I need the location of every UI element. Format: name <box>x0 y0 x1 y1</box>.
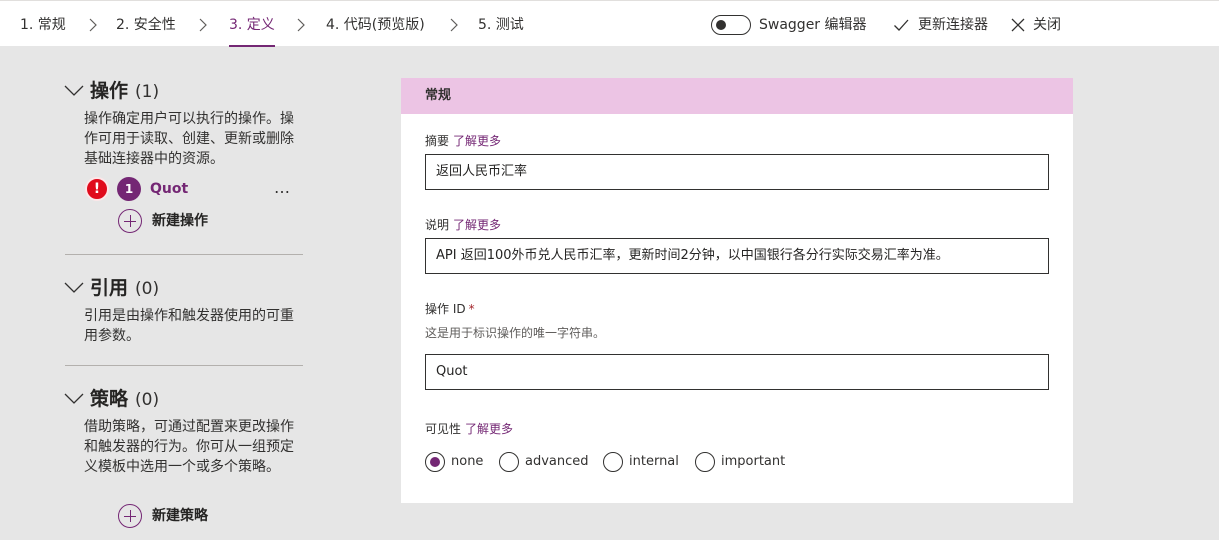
operation-id-label: 操作 ID * <box>425 301 475 317</box>
step-test[interactable]: 5. 测试 <box>478 15 524 35</box>
visibility-learn-more-link[interactable]: 了解更多 <box>465 422 513 436</box>
radio-label: advanced <box>525 454 589 469</box>
actions-count: (1) <box>135 82 160 102</box>
description-label: 说明 了解更多 <box>425 217 501 233</box>
step-general[interactable]: 1. 常规 <box>20 15 66 35</box>
visibility-option-internal[interactable]: internal <box>603 452 683 472</box>
visibility-option-none[interactable]: none <box>425 452 485 472</box>
radio-icon <box>603 452 623 472</box>
update-connector-button[interactable]: 更新连接器 <box>918 15 988 35</box>
summary-label-text: 摘要 <box>425 134 450 148</box>
section-divider <box>65 365 303 366</box>
references-description: 引用是由操作和触发器使用的可重用参数。 <box>84 308 294 344</box>
add-icon <box>118 504 142 528</box>
step-definition-label: 3. 定义 <box>229 17 275 33</box>
action-index-badge: 1 <box>117 177 141 201</box>
radio-icon <box>695 452 715 472</box>
step-definition[interactable]: 3. 定义 <box>229 15 275 47</box>
chevron-down-icon[interactable] <box>64 391 84 405</box>
references-count: (0) <box>135 279 160 299</box>
policies-section-title: 策略 <box>90 388 129 410</box>
step-code-preview[interactable]: 4. 代码(预览版) <box>326 15 425 35</box>
swagger-editor-toggle[interactable] <box>711 15 751 35</box>
step-security[interactable]: 2. 安全性 <box>116 15 176 35</box>
action-item-quot[interactable]: Quot <box>150 179 188 199</box>
new-policy-button[interactable]: 新建策略 <box>118 504 228 528</box>
close-icon[interactable] <box>1010 17 1026 33</box>
wizard-step-bar: 1. 常规 2. 安全性 3. 定义 4. 代码(预览版) 5. 测试 Swag… <box>0 0 1219 47</box>
visibility-label: 可见性 了解更多 <box>425 421 513 437</box>
general-card-title: 常规 <box>425 88 452 103</box>
close-button[interactable]: 关闭 <box>1033 15 1061 35</box>
operation-id-input[interactable]: Quot <box>425 354 1049 390</box>
radio-label: important <box>721 454 786 469</box>
chevron-right-icon <box>293 17 309 33</box>
radio-label: internal <box>629 454 679 469</box>
general-card-header: 常规 <box>401 78 1073 114</box>
policies-description: 借助策略，可通过配置来更改操作和触发器的行为。你可从一组预定义模板中选用一个或多… <box>84 419 294 475</box>
toggle-knob <box>716 20 726 30</box>
actions-section-title: 操作 <box>90 80 129 102</box>
active-step-indicator <box>229 45 275 47</box>
new-policy-label: 新建策略 <box>152 508 208 524</box>
summary-label: 摘要 了解更多 <box>425 133 501 149</box>
visibility-option-important[interactable]: important <box>695 452 787 472</box>
operation-id-label-text: 操作 ID <box>425 302 466 316</box>
radio-icon <box>499 452 519 472</box>
new-action-label: 新建操作 <box>152 213 208 229</box>
operation-id-hint: 这是用于标识操作的唯一字符串。 <box>425 326 606 340</box>
chevron-down-icon[interactable] <box>64 83 84 97</box>
new-action-button[interactable]: 新建操作 <box>118 209 228 233</box>
references-section-title: 引用 <box>90 277 129 299</box>
description-label-text: 说明 <box>425 218 450 232</box>
chevron-down-icon[interactable] <box>64 280 84 294</box>
actions-description: 操作确定用户可以执行的操作。操作可用于读取、创建、更新或删除基础连接器中的资源。 <box>84 111 294 167</box>
required-marker: * <box>468 302 475 316</box>
checkmark-icon[interactable] <box>893 17 909 33</box>
more-options-icon[interactable]: … <box>274 178 291 198</box>
description-learn-more-link[interactable]: 了解更多 <box>453 218 501 232</box>
policies-count: (0) <box>135 390 160 410</box>
section-divider <box>65 254 303 255</box>
chevron-right-icon <box>195 17 211 33</box>
visibility-label-text: 可见性 <box>425 422 462 436</box>
radio-label: none <box>451 454 484 469</box>
chevron-right-icon <box>446 17 462 33</box>
summary-learn-more-link[interactable]: 了解更多 <box>453 134 501 148</box>
chevron-right-icon <box>85 17 101 33</box>
swagger-editor-label[interactable]: Swagger 编辑器 <box>759 15 867 35</box>
summary-input[interactable]: 返回人民币汇率 <box>425 154 1049 190</box>
description-input[interactable]: API 返回100外币兑人民币汇率，更新时间2分钟，以中国银行各分行实际交易汇率… <box>425 238 1049 274</box>
visibility-option-advanced[interactable]: advanced <box>499 452 589 472</box>
general-card: 常规 摘要 了解更多 返回人民币汇率 说明 了解更多 API 返回100外币兑人民币… <box>401 78 1073 503</box>
add-icon <box>118 209 142 233</box>
error-icon: ! <box>85 177 109 201</box>
radio-selected-icon <box>425 452 445 472</box>
